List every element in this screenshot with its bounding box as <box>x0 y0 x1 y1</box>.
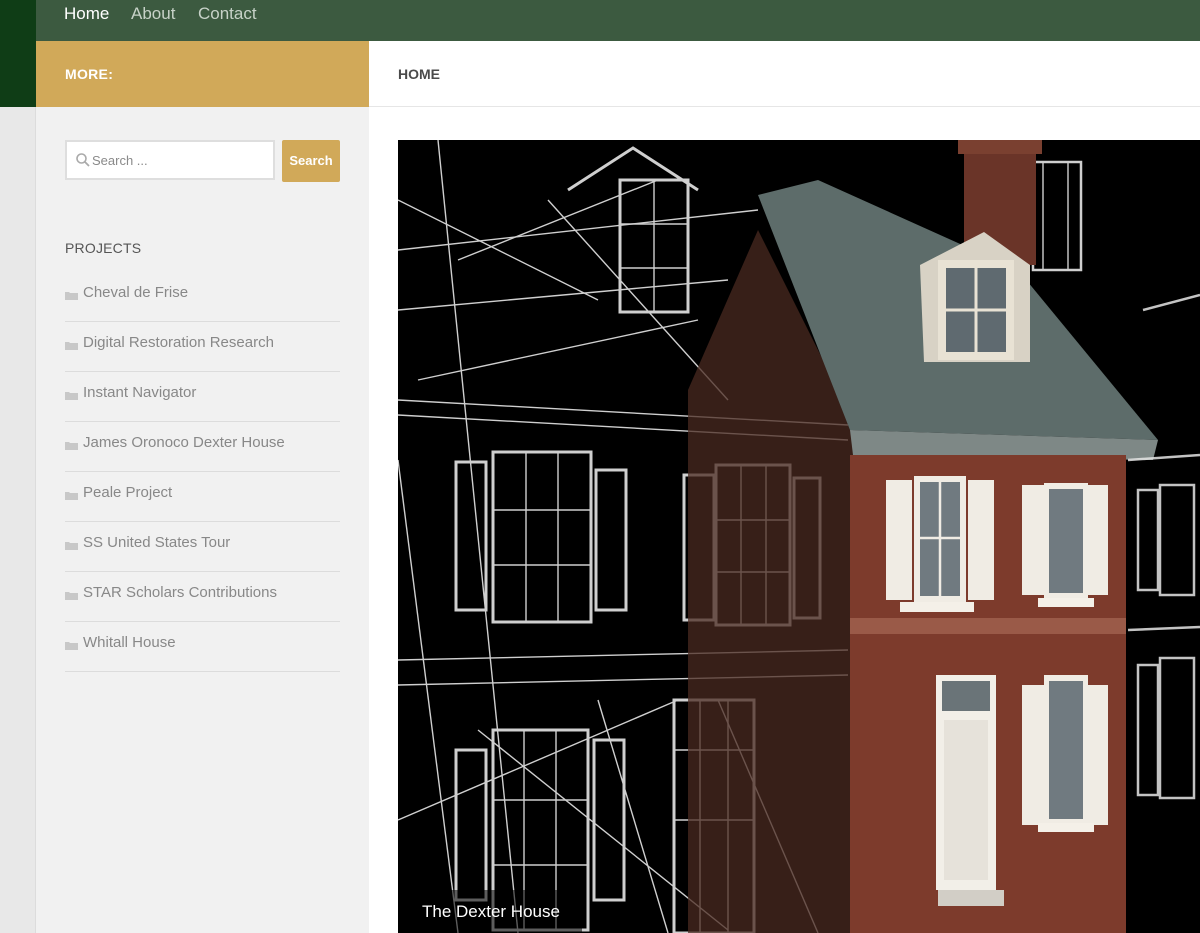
sidebar-header-title: MORE: <box>65 66 114 82</box>
left-gutter <box>0 107 36 933</box>
project-link[interactable]: James Oronoco Dexter House <box>83 434 285 451</box>
main-content: The Dexter House <box>369 107 1200 933</box>
folder-icon <box>65 592 78 600</box>
projects-list: Cheval de Frise Digital Restoration Rese… <box>65 272 340 672</box>
list-item[interactable]: Peale Project <box>65 472 340 522</box>
search-icon <box>76 153 90 167</box>
list-item[interactable]: Cheval de Frise <box>65 272 340 322</box>
house-render-illustration <box>398 140 1200 933</box>
folder-icon <box>65 392 78 400</box>
search-input[interactable]: Search ... <box>65 140 275 180</box>
project-link[interactable]: Digital Restoration Research <box>83 334 274 351</box>
folder-icon <box>65 542 78 550</box>
nav-home[interactable]: Home <box>64 4 109 24</box>
top-navigation: Home About Contact <box>36 0 1200 41</box>
page-header: HOME <box>369 41 1200 107</box>
nav-about[interactable]: About <box>131 4 175 24</box>
sidebar: Search ... Search PROJECTS Cheval de Fri… <box>36 107 369 933</box>
breadcrumb: HOME <box>398 66 440 82</box>
list-item[interactable]: SS United States Tour <box>65 522 340 572</box>
hero-caption-text: The Dexter House <box>422 902 560 921</box>
projects-heading: PROJECTS <box>65 240 142 256</box>
search-button[interactable]: Search <box>282 140 340 182</box>
folder-icon <box>65 342 78 350</box>
list-item[interactable]: Digital Restoration Research <box>65 322 340 372</box>
project-link[interactable]: STAR Scholars Contributions <box>83 584 277 601</box>
project-link[interactable]: Instant Navigator <box>83 384 196 401</box>
left-accent-strip <box>0 0 36 107</box>
folder-icon <box>65 642 78 650</box>
search-placeholder: Search ... <box>92 153 148 168</box>
project-link[interactable]: Whitall House <box>83 634 176 651</box>
list-item[interactable]: Instant Navigator <box>65 372 340 422</box>
project-link[interactable]: Peale Project <box>83 484 172 501</box>
folder-icon <box>65 292 78 300</box>
hero-caption: The Dexter House <box>398 890 582 933</box>
sidebar-header: MORE: <box>36 41 369 107</box>
folder-icon <box>65 442 78 450</box>
folder-icon <box>65 492 78 500</box>
hero-image[interactable]: The Dexter House <box>398 140 1200 933</box>
list-item[interactable]: STAR Scholars Contributions <box>65 572 340 622</box>
nav-contact[interactable]: Contact <box>198 4 257 24</box>
project-link[interactable]: SS United States Tour <box>83 534 230 551</box>
list-item[interactable]: James Oronoco Dexter House <box>65 422 340 472</box>
project-link[interactable]: Cheval de Frise <box>83 284 188 301</box>
list-item[interactable]: Whitall House <box>65 622 340 672</box>
